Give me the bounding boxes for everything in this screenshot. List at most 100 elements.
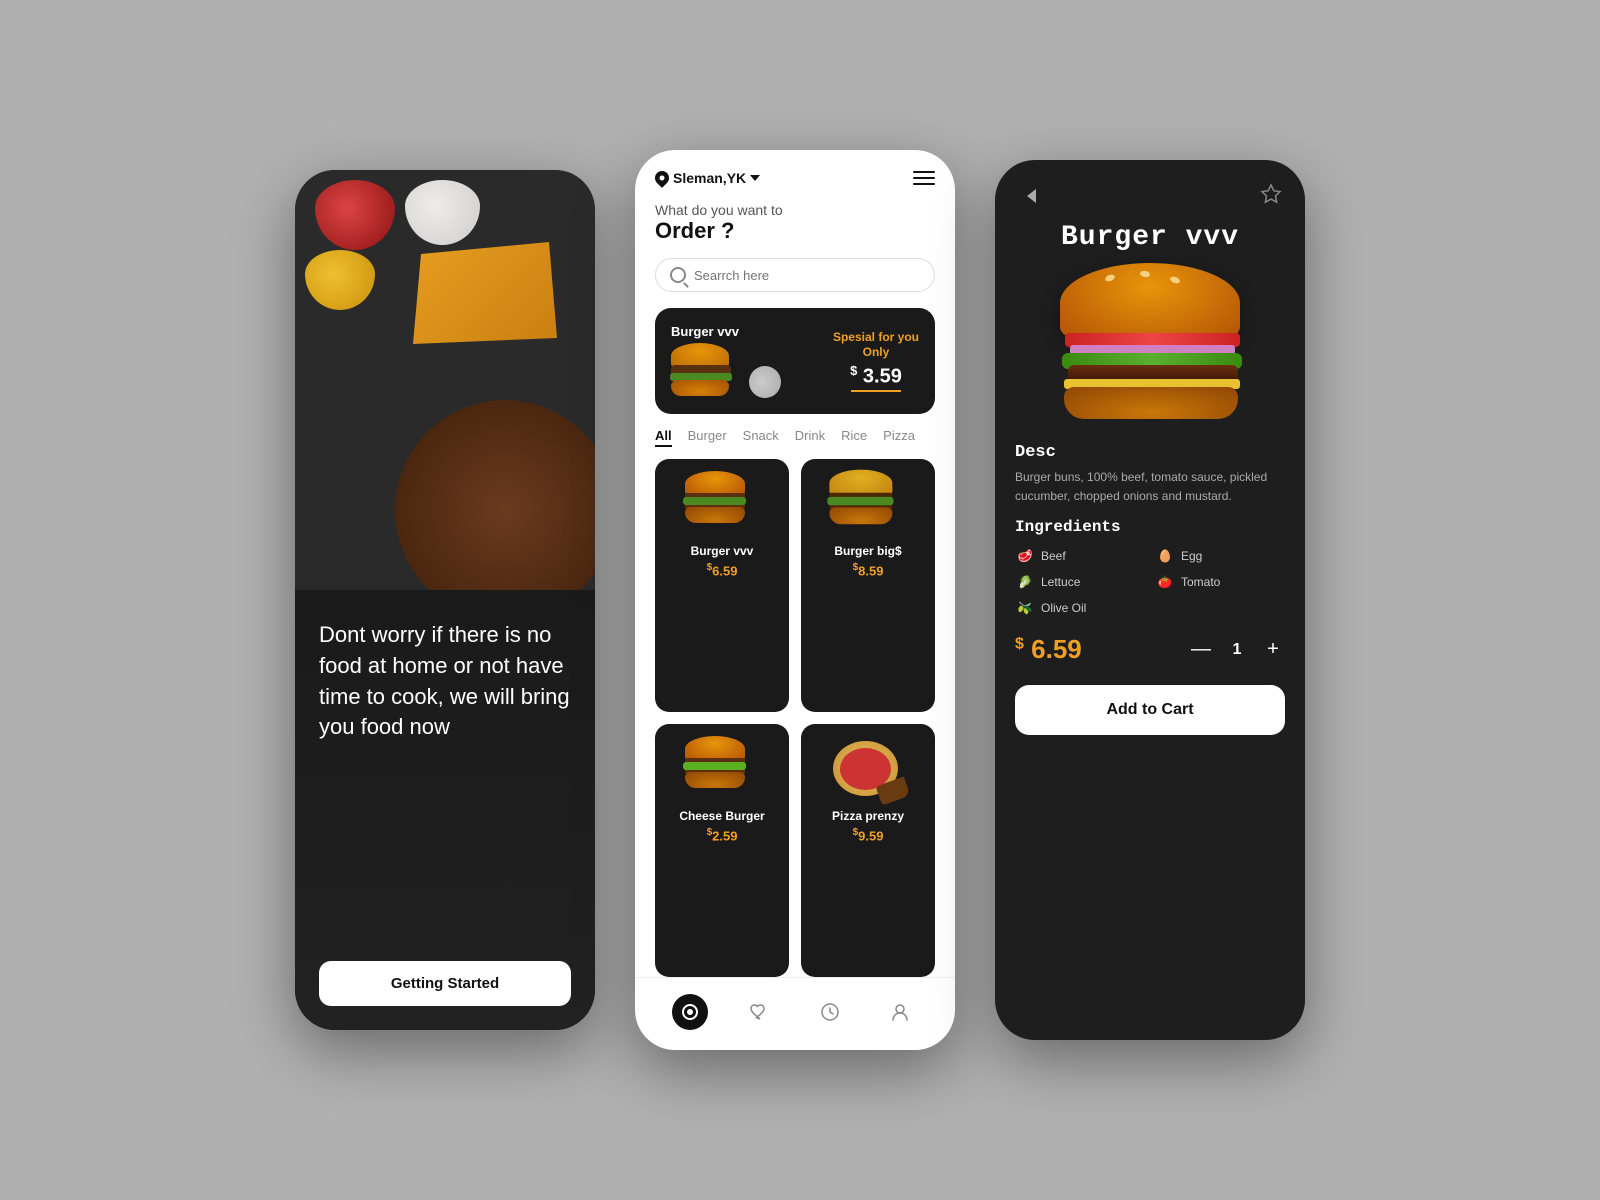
- getting-started-button[interactable]: Getting Started: [319, 961, 571, 1006]
- lettuce-label: Lettuce: [1041, 575, 1080, 589]
- promo-right: Spesial for youOnly $ 3.59: [833, 330, 919, 393]
- food-card-cheese-burger-price: $2.59: [707, 827, 738, 843]
- promo-burger-image: [671, 343, 741, 398]
- desc-title: Desc: [1015, 443, 1285, 462]
- ingredients-section: Ingredients 🥩 Beef 🥚 Egg 🥬 Lettuce 🍅 Tom…: [995, 518, 1305, 618]
- promo-sauce-image: [749, 366, 781, 398]
- price-dollar-sign: $: [1015, 636, 1024, 653]
- food-card-burger-big[interactable]: Burger big$ $8.59: [801, 459, 935, 712]
- egg-label: Egg: [1181, 549, 1202, 563]
- cat-tab-rice[interactable]: Rice: [841, 428, 867, 447]
- food-card-cheese-burger-name: Cheese Burger: [679, 809, 764, 823]
- splash-content: Dont worry if there is no food at home o…: [295, 590, 595, 1030]
- detail-header: [995, 160, 1305, 222]
- search-bar[interactable]: [655, 258, 935, 292]
- ingredients-title: Ingredients: [1015, 518, 1285, 536]
- food-card-burger-vvv-image: [682, 471, 762, 536]
- ingredient-beef: 🥩 Beef: [1015, 546, 1145, 566]
- phone-3-detail: Burger vvv Desc Burger buns, 100% beef, …: [995, 160, 1305, 1040]
- food-card-burger-big-name: Burger big$: [834, 544, 901, 558]
- search-input[interactable]: [694, 268, 920, 283]
- location-pin-icon: [652, 168, 672, 188]
- promo-item-name: Burger vvv: [671, 324, 781, 339]
- beef-icon: 🥩: [1015, 546, 1035, 566]
- fries-image: [405, 230, 565, 350]
- add-to-cart-button[interactable]: Add to Cart: [1015, 685, 1285, 735]
- bowl-red: [315, 180, 395, 250]
- category-tabs: All Burger Snack Drink Rice Pizza: [635, 428, 955, 447]
- nav-favorite-icon[interactable]: [742, 994, 778, 1030]
- food-card-pizza-image: [828, 736, 908, 801]
- detail-burger-image: [1050, 263, 1250, 423]
- menu-header: Sleman,YK: [635, 150, 955, 196]
- location-row[interactable]: Sleman,YK: [655, 170, 760, 186]
- phone-1-splash: Dont worry if there is no food at home o…: [295, 170, 595, 1030]
- splash-tagline: Dont worry if there is no food at home o…: [319, 620, 571, 743]
- hamburger-menu-icon[interactable]: [913, 171, 935, 185]
- ingredient-egg: 🥚 Egg: [1155, 546, 1285, 566]
- lettuce-icon: 🥬: [1015, 572, 1035, 592]
- bowl-white: [405, 180, 480, 245]
- cat-tab-snack[interactable]: Snack: [743, 428, 779, 447]
- cat-tab-all[interactable]: All: [655, 428, 672, 447]
- tomato-icon: 🍅: [1155, 572, 1175, 592]
- tomato-label: Tomato: [1181, 575, 1220, 589]
- food-card-cheese-burger-image: [682, 736, 762, 801]
- cat-tab-burger[interactable]: Burger: [688, 428, 727, 447]
- promo-banner[interactable]: Burger vvv Spesial for youOnly $ 3.59: [655, 308, 935, 414]
- quantity-value: 1: [1227, 641, 1247, 659]
- detail-title: Burger vvv: [995, 222, 1305, 263]
- food-card-burger-big-price: $8.59: [853, 562, 884, 578]
- olive-oil-icon: 🫒: [1015, 598, 1035, 618]
- ingredient-olive-oil: 🫒 Olive Oil: [1015, 598, 1145, 618]
- promo-price: $ 3.59: [833, 363, 919, 389]
- food-card-pizza-name: Pizza prenzy: [832, 809, 904, 823]
- greeting-main: Order ?: [655, 218, 935, 244]
- ingredients-grid: 🥩 Beef 🥚 Egg 🥬 Lettuce 🍅 Tomato 🫒 Olive …: [1015, 546, 1285, 618]
- promo-price-value: 3.59: [863, 365, 902, 387]
- phone-2-menu: Sleman,YK What do you want to Order ? Bu…: [635, 150, 955, 1050]
- bowl-yellow: [305, 250, 375, 310]
- nav-history-icon[interactable]: [812, 994, 848, 1030]
- detail-price: $ 6.59: [1015, 634, 1082, 665]
- greeting-sub: What do you want to: [655, 202, 935, 218]
- splash-image: [295, 170, 595, 590]
- promo-left: Burger vvv: [671, 324, 781, 398]
- food-card-burger-vvv[interactable]: Burger vvv $6.59: [655, 459, 789, 712]
- food-card-burger-big-image: [828, 471, 908, 536]
- ingredient-tomato: 🍅 Tomato: [1155, 572, 1285, 592]
- olive-oil-label: Olive Oil: [1041, 601, 1086, 615]
- food-card-burger-vvv-price: $6.59: [707, 562, 738, 578]
- egg-icon: 🥚: [1155, 546, 1175, 566]
- nav-profile-icon[interactable]: [882, 994, 918, 1030]
- ingredient-lettuce: 🥬 Lettuce: [1015, 572, 1145, 592]
- search-icon: [670, 267, 686, 283]
- food-card-pizza[interactable]: Pizza prenzy $9.59: [801, 724, 935, 977]
- food-grid: Burger vvv $6.59 Burger big$ $8.59: [635, 459, 955, 977]
- desc-text: Burger buns, 100% beef, tomato sauce, pi…: [1015, 468, 1285, 506]
- beef-label: Beef: [1041, 549, 1066, 563]
- wooden-plate: [395, 400, 595, 590]
- detail-desc: Desc Burger buns, 100% beef, tomato sauc…: [995, 443, 1305, 506]
- cat-tab-pizza[interactable]: Pizza: [883, 428, 915, 447]
- bottom-nav: [635, 977, 955, 1050]
- back-button[interactable]: [1015, 180, 1047, 212]
- favorite-button[interactable]: [1257, 182, 1285, 210]
- food-card-cheese-burger[interactable]: Cheese Burger $2.59: [655, 724, 789, 977]
- price-row: $ 6.59 — 1 +: [995, 634, 1305, 665]
- quantity-control: — 1 +: [1189, 638, 1285, 662]
- promo-special-label: Spesial for youOnly: [833, 330, 919, 361]
- price-value: 6.59: [1031, 634, 1082, 664]
- promo-underline: [851, 390, 901, 392]
- chevron-down-icon: [750, 175, 760, 181]
- food-card-burger-vvv-name: Burger vvv: [691, 544, 754, 558]
- location-label: Sleman,YK: [673, 170, 746, 186]
- quantity-increase-button[interactable]: +: [1261, 638, 1285, 662]
- back-arrow-icon: [1027, 189, 1036, 203]
- cat-tab-drink[interactable]: Drink: [795, 428, 825, 447]
- greeting-section: What do you want to Order ?: [635, 196, 955, 258]
- food-card-pizza-price: $9.59: [853, 827, 884, 843]
- quantity-decrease-button[interactable]: —: [1189, 638, 1213, 662]
- nav-home-icon[interactable]: [672, 994, 708, 1030]
- promo-dollar-sign: $: [850, 363, 857, 378]
